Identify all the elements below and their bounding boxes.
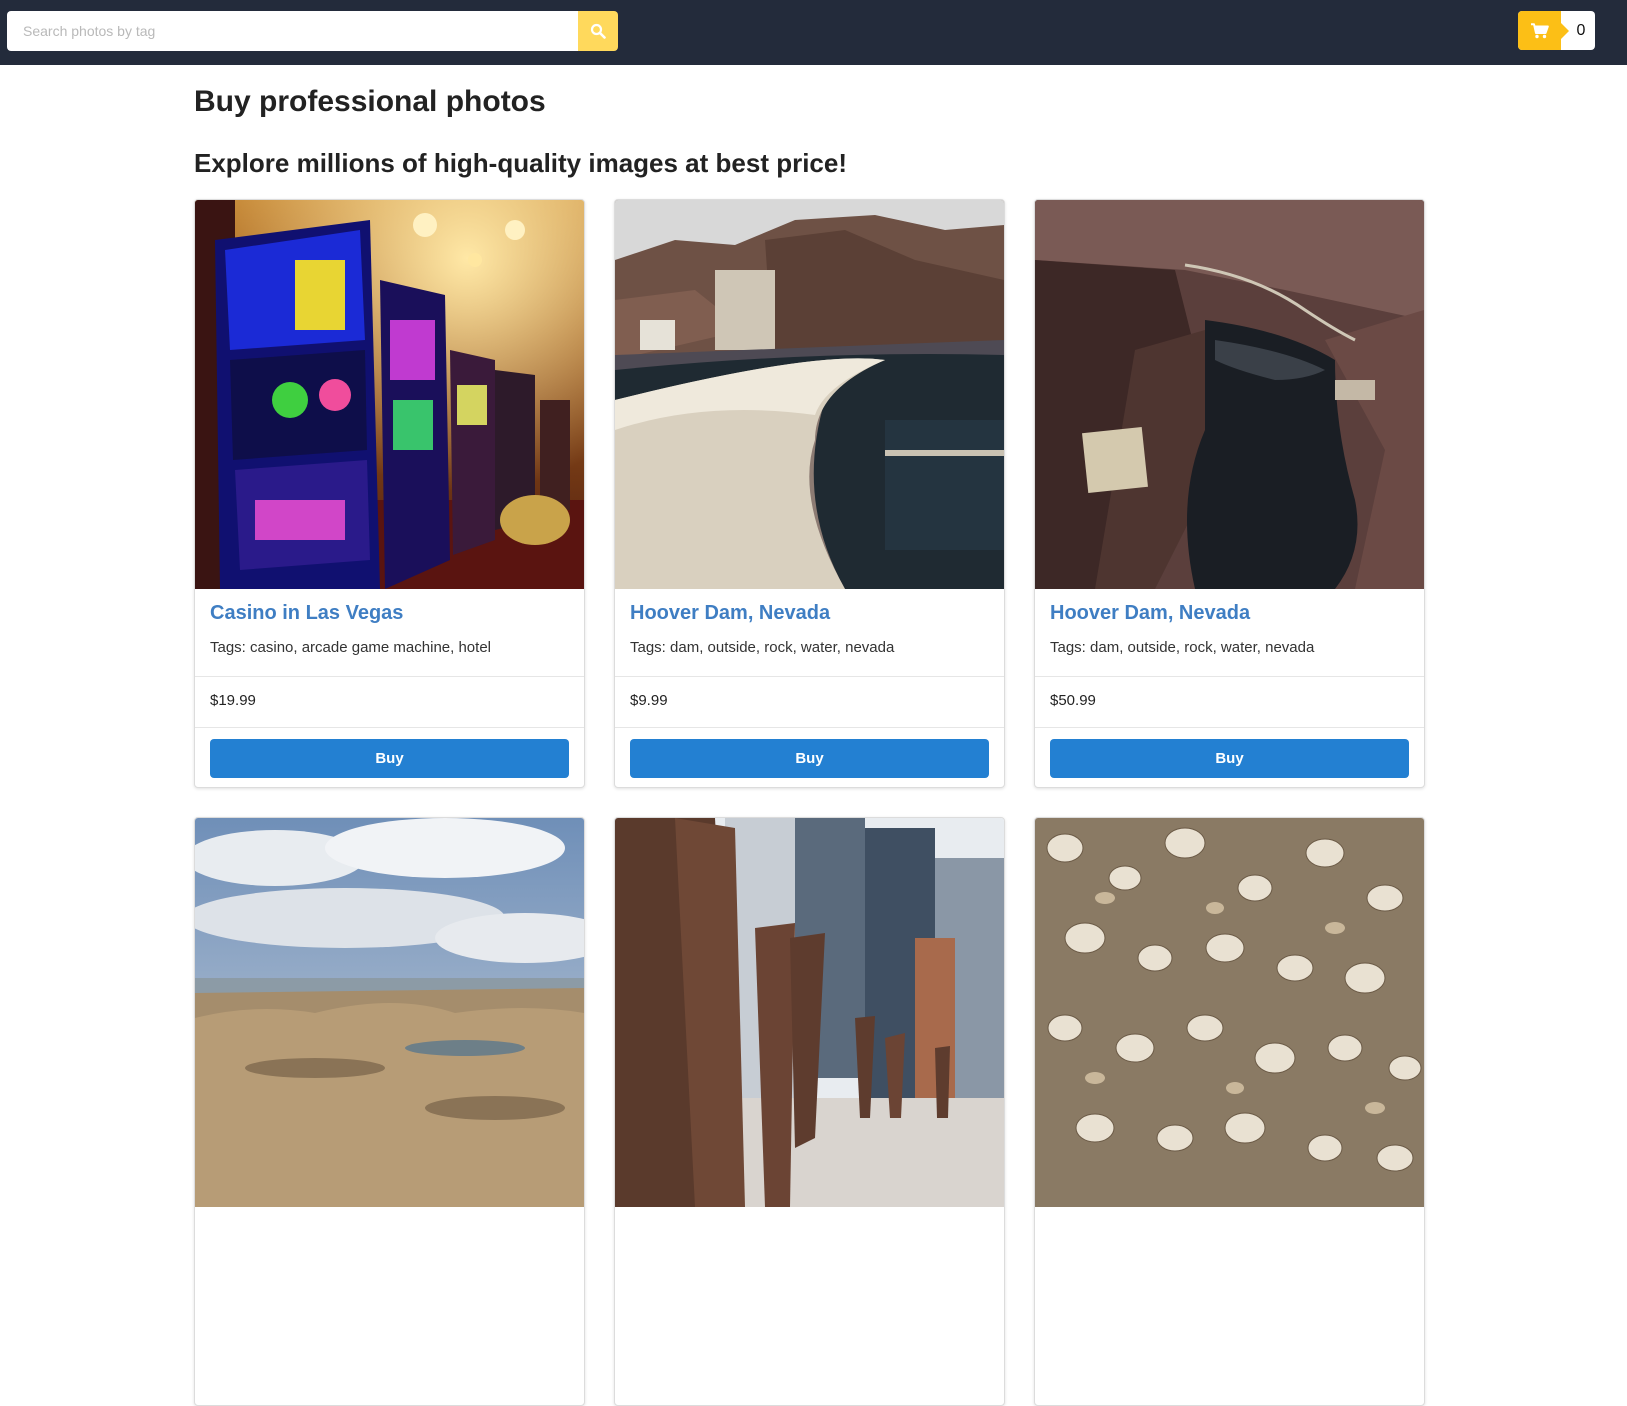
photo-card (1034, 817, 1425, 1406)
cart-button[interactable]: 0 (1518, 11, 1595, 50)
page-title: Buy professional photos (194, 85, 546, 118)
photo-title[interactable]: Casino in Las Vegas (210, 602, 403, 625)
photo-price: $9.99 (630, 692, 668, 709)
photo-title[interactable]: Hoover Dam, Nevada (1050, 602, 1250, 625)
search-bar (7, 11, 618, 51)
divider (195, 676, 584, 677)
buy-button[interactable]: Buy (630, 739, 989, 778)
photo-image-casino[interactable] (195, 200, 584, 589)
photo-card: Casino in Las Vegas Tags: casino, arcade… (194, 199, 585, 788)
photo-tags: Tags: casino, arcade game machine, hotel (210, 639, 491, 656)
photo-image-city-sculptures[interactable] (615, 818, 1004, 1207)
photo-tags: Tags: dam, outside, rock, water, nevada (630, 639, 895, 656)
photo-price: $19.99 (210, 692, 256, 709)
top-navbar: 0 (0, 0, 1627, 65)
cart-icon-box (1518, 11, 1569, 50)
buy-button[interactable]: Buy (1050, 739, 1409, 778)
photo-image-canyon-river[interactable] (1035, 200, 1424, 589)
buy-button[interactable]: Buy (210, 739, 569, 778)
photo-card (194, 817, 585, 1406)
search-button[interactable] (578, 11, 618, 51)
divider (615, 727, 1004, 728)
photo-tags: Tags: dam, outside, rock, water, nevada (1050, 639, 1315, 656)
page-subtitle: Explore millions of high-quality images … (194, 148, 848, 178)
search-icon (590, 23, 606, 39)
photo-card (614, 817, 1005, 1406)
shopping-cart-icon (1530, 22, 1549, 38)
search-input[interactable] (7, 11, 578, 51)
photo-image-seashells[interactable] (1035, 818, 1424, 1207)
photo-card: Hoover Dam, Nevada Tags: dam, outside, r… (614, 199, 1005, 788)
divider (615, 676, 1004, 677)
divider (1035, 727, 1424, 728)
photo-image-hoover-dam-wall[interactable] (615, 200, 1004, 589)
photo-image-rocky-beach[interactable] (195, 818, 584, 1207)
divider (1035, 676, 1424, 677)
photo-title[interactable]: Hoover Dam, Nevada (630, 602, 830, 625)
photo-card: Hoover Dam, Nevada Tags: dam, outside, r… (1034, 199, 1425, 788)
divider (195, 727, 584, 728)
photo-price: $50.99 (1050, 692, 1096, 709)
